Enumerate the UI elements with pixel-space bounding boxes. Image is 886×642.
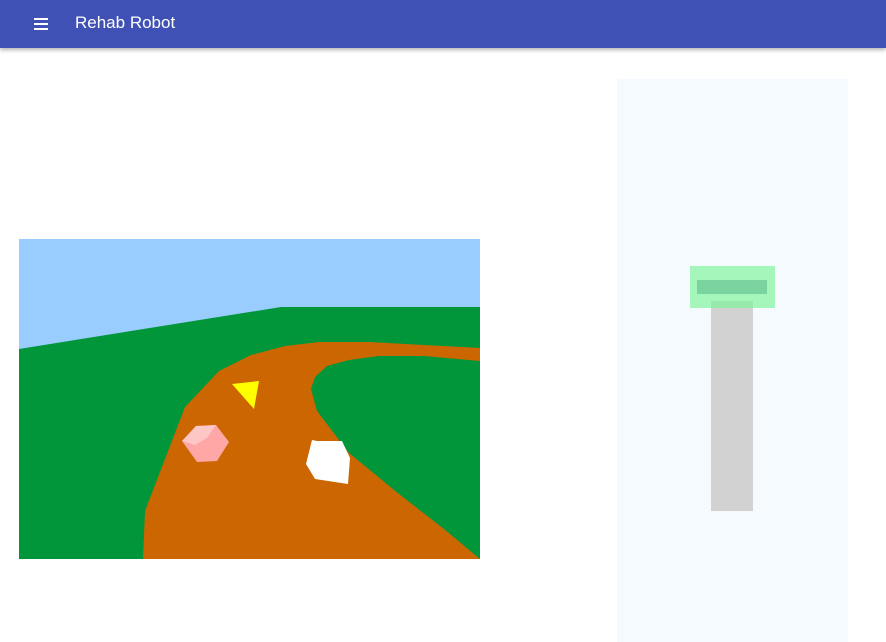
menu-button[interactable]	[24, 12, 58, 36]
menu-icon	[34, 18, 48, 30]
slider-grip	[697, 280, 767, 294]
game-scene[interactable]	[19, 239, 480, 559]
app-bar: Rehab Robot	[0, 0, 886, 48]
control-panel	[617, 79, 848, 642]
slider-handle[interactable]	[690, 266, 775, 308]
slider-track[interactable]	[711, 301, 753, 511]
app-title: Rehab Robot	[75, 13, 176, 32]
